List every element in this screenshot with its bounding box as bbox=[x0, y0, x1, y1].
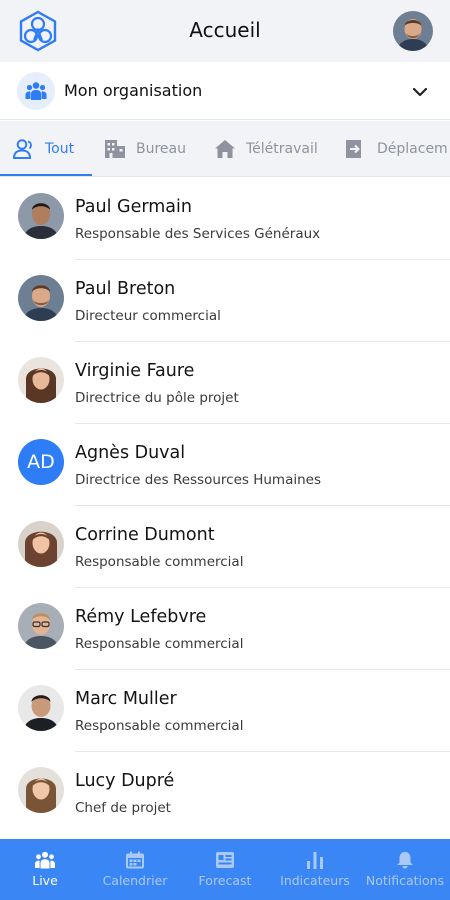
person-name: Corrine Dumont bbox=[75, 525, 215, 545]
list-item[interactable]: AD Agnès Duval Directrice des Ressources… bbox=[0, 424, 450, 506]
home-icon bbox=[215, 140, 235, 158]
bell-icon bbox=[397, 852, 413, 869]
person-name: Virginie Faure bbox=[75, 361, 195, 381]
nav-forecast[interactable]: Forecast bbox=[180, 839, 270, 900]
user-avatar[interactable] bbox=[393, 11, 433, 51]
avatar-initials: AD bbox=[18, 439, 64, 485]
list-item[interactable]: Lucy Dupré Chef de projet bbox=[0, 752, 450, 834]
organization-icon-badge bbox=[17, 72, 55, 110]
nav-label: Forecast bbox=[198, 873, 252, 888]
tab-teletravail[interactable]: Télétravail bbox=[214, 121, 318, 176]
person-name: Paul Breton bbox=[75, 279, 176, 299]
nav-indicateurs[interactable]: Indicateurs bbox=[270, 839, 360, 900]
nav-live[interactable]: Live bbox=[0, 839, 90, 900]
avatar bbox=[18, 275, 64, 321]
bottom-navigation: Live Calendrier Forecast Indicateurs Not… bbox=[0, 839, 450, 900]
people-list: Paul Germain Responsable des Services Gé… bbox=[0, 178, 450, 834]
people-icon bbox=[35, 851, 55, 869]
person-role: Responsable commercial bbox=[75, 554, 244, 570]
tab-deplacement[interactable]: Déplacem bbox=[345, 121, 448, 176]
exit-icon bbox=[346, 140, 361, 158]
chevron-down-icon[interactable] bbox=[410, 82, 430, 102]
tab-label: Tout bbox=[45, 141, 75, 157]
top-bar: Accueil bbox=[0, 0, 450, 62]
nav-label: Live bbox=[32, 873, 58, 888]
page-title: Accueil bbox=[189, 18, 261, 42]
person-role: Responsable commercial bbox=[75, 636, 244, 652]
person-name: Lucy Dupré bbox=[75, 771, 175, 791]
nav-label: Calendrier bbox=[102, 873, 168, 888]
person-role: Directrice des Ressources Humaines bbox=[75, 472, 321, 488]
person-name: Agnès Duval bbox=[75, 443, 186, 463]
avatar bbox=[18, 193, 64, 239]
bar-chart-icon bbox=[307, 852, 323, 869]
list-item[interactable]: Virginie Faure Directrice du pôle projet bbox=[0, 342, 450, 424]
person-role: Directrice du pôle projet bbox=[75, 390, 239, 406]
filter-tabs: Tout Bureau Télétravail Déplacem bbox=[0, 121, 450, 177]
avatar bbox=[18, 357, 64, 403]
person-role: Responsable des Services Généraux bbox=[75, 226, 321, 242]
person-role: Directeur commercial bbox=[75, 308, 221, 324]
nav-calendrier[interactable]: Calendrier bbox=[90, 839, 180, 900]
user-icon bbox=[13, 139, 32, 159]
nav-label: Notifications bbox=[365, 873, 445, 888]
list-item[interactable]: Marc Muller Responsable commercial bbox=[0, 670, 450, 752]
forecast-icon bbox=[216, 852, 234, 868]
avatar bbox=[18, 767, 64, 813]
avatar bbox=[18, 521, 64, 567]
active-tab-indicator bbox=[0, 174, 92, 176]
nav-notifications[interactable]: Notifications bbox=[360, 839, 450, 900]
list-item[interactable]: Rémy Lefebvre Responsable commercial bbox=[0, 588, 450, 670]
tab-label: Déplacem bbox=[377, 141, 448, 157]
person-name: Marc Muller bbox=[75, 689, 177, 709]
person-role: Responsable commercial bbox=[75, 718, 244, 734]
person-name: Rémy Lefebvre bbox=[75, 607, 207, 627]
avatar bbox=[18, 685, 64, 731]
avatar bbox=[18, 603, 64, 649]
people-icon bbox=[25, 82, 47, 100]
calendar-icon bbox=[126, 851, 144, 869]
tab-bureau[interactable]: Bureau bbox=[104, 121, 186, 176]
person-name: Paul Germain bbox=[75, 197, 192, 217]
tab-tout[interactable]: Tout bbox=[13, 121, 75, 176]
building-icon bbox=[105, 140, 125, 158]
tab-label: Télétravail bbox=[246, 141, 318, 157]
tab-label: Bureau bbox=[136, 141, 186, 157]
organization-label: Mon organisation bbox=[64, 81, 203, 100]
list-item[interactable]: Paul Germain Responsable des Services Gé… bbox=[0, 178, 450, 260]
list-item[interactable]: Paul Breton Directeur commercial bbox=[0, 260, 450, 342]
organization-selector[interactable]: Mon organisation bbox=[0, 62, 450, 120]
list-item[interactable]: Corrine Dumont Responsable commercial bbox=[0, 506, 450, 588]
person-role: Chef de projet bbox=[75, 800, 171, 816]
nav-label: Indicateurs bbox=[280, 873, 350, 888]
